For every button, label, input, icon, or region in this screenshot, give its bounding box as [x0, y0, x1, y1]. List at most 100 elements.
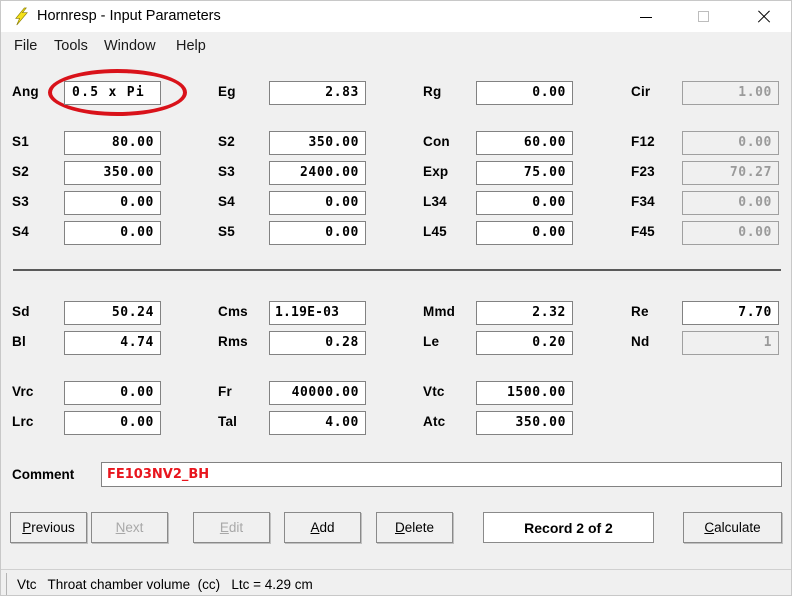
input-sd[interactable]: 50.24	[64, 301, 161, 325]
input-f34: 0.00	[682, 191, 779, 215]
menu-item-file[interactable]: File	[10, 36, 41, 56]
input-atc[interactable]: 350.00	[476, 411, 573, 435]
hornresp-input-parameters-window: Hornresp - Input Parameters File Tools Win…	[0, 0, 792, 596]
input-le[interactable]: 0.20	[476, 331, 573, 355]
next-button: Next	[91, 512, 168, 543]
label-f23: F23	[631, 164, 655, 179]
status-text: Vtc Throat chamber volume (cc) Ltc = 4.2…	[17, 577, 313, 592]
input-exp[interactable]: 75.00	[476, 161, 573, 185]
label-l45: L45	[423, 224, 447, 239]
close-icon	[756, 9, 771, 24]
previous-button[interactable]: Previous	[10, 512, 87, 543]
input-s2[interactable]: 350.00	[269, 131, 366, 155]
menu-item-help[interactable]: Help	[172, 36, 210, 56]
parameters-panel: Comment FE103NV2_BH Record 2 of 2 Ang 0.5…	[1, 60, 791, 569]
input-cir: 1.00	[682, 81, 779, 105]
label-s2: S2	[218, 134, 235, 149]
input-l45[interactable]: 0.00	[476, 221, 573, 245]
label-f45: F45	[631, 224, 655, 239]
label-le: Le	[423, 334, 440, 349]
input-lrc[interactable]: 0.00	[64, 411, 161, 435]
label-sd: Sd	[12, 304, 30, 319]
input-f45: 0.00	[682, 221, 779, 245]
status-bar: Vtc Throat chamber volume (cc) Ltc = 4.2…	[1, 569, 791, 595]
label-cir: Cir	[631, 84, 651, 99]
label-ang: Ang	[12, 84, 39, 99]
label-l34: L34	[423, 194, 447, 209]
add-button[interactable]: Add	[284, 512, 361, 543]
minimize-icon	[640, 17, 652, 18]
label-cms: Cms	[218, 304, 248, 319]
window-title: Hornresp - Input Parameters	[37, 8, 221, 24]
label-nd: Nd	[631, 334, 650, 349]
label-atc: Atc	[423, 414, 446, 429]
input-vtc[interactable]: 1500.00	[476, 381, 573, 405]
label-rms: Rms	[218, 334, 248, 349]
delete-button[interactable]: Delete	[376, 512, 453, 543]
menu-item-window[interactable]: Window	[100, 36, 160, 56]
label-s3: S3	[12, 194, 29, 209]
label-s4: S4	[12, 224, 29, 239]
maximize-button[interactable]	[680, 1, 726, 32]
input-vrc[interactable]: 0.00	[64, 381, 161, 405]
maximize-icon	[697, 11, 709, 22]
label-rg: Rg	[423, 84, 442, 99]
record-counter: Record 2 of 2	[483, 512, 654, 543]
input-bl[interactable]: 4.74	[64, 331, 161, 355]
input-s3[interactable]: 0.00	[64, 191, 161, 215]
comment-label: Comment	[12, 467, 75, 482]
input-re[interactable]: 7.70	[682, 301, 779, 325]
label-re: Re	[631, 304, 649, 319]
label-bl: Bl	[12, 334, 26, 349]
close-button[interactable]	[740, 1, 786, 32]
previous-button-label: Previous	[22, 520, 75, 535]
menu-bar: File Tools Window Help	[1, 32, 791, 60]
label-s1: S1	[12, 134, 29, 149]
input-l34[interactable]: 0.00	[476, 191, 573, 215]
input-s5[interactable]: 0.00	[269, 221, 366, 245]
label-exp: Exp	[423, 164, 449, 179]
next-button-label: Next	[115, 520, 144, 535]
label-con: Con	[423, 134, 450, 149]
input-f12: 0.00	[682, 131, 779, 155]
input-rg[interactable]: 0.00	[476, 81, 573, 105]
delete-button-label: Delete	[394, 520, 435, 535]
add-button-label: Add	[310, 520, 335, 535]
label-lrc: Lrc	[12, 414, 34, 429]
input-fr[interactable]: 40000.00	[269, 381, 366, 405]
input-eg[interactable]: 2.83	[269, 81, 366, 105]
input-s4[interactable]: 0.00	[269, 191, 366, 215]
label-vtc: Vtc	[423, 384, 445, 399]
comment-input[interactable]: FE103NV2_BH	[101, 462, 782, 487]
minimize-button[interactable]	[623, 1, 669, 32]
input-con[interactable]: 60.00	[476, 131, 573, 155]
section-divider	[13, 269, 781, 271]
status-panel: Vtc Throat chamber volume (cc) Ltc = 4.2…	[6, 573, 788, 595]
input-rms[interactable]: 0.28	[269, 331, 366, 355]
input-s4[interactable]: 0.00	[64, 221, 161, 245]
label-s3: S3	[218, 164, 235, 179]
input-mmd[interactable]: 2.32	[476, 301, 573, 325]
title-bar: Hornresp - Input Parameters	[1, 1, 791, 32]
menu-item-tools[interactable]: Tools	[50, 36, 92, 56]
edit-button: Edit	[193, 512, 270, 543]
calculate-button[interactable]: Calculate	[683, 512, 782, 543]
label-tal: Tal	[218, 414, 238, 429]
input-s2[interactable]: 350.00	[64, 161, 161, 185]
edit-button-label: Edit	[219, 520, 244, 535]
label-s2: S2	[12, 164, 29, 179]
input-s1[interactable]: 80.00	[64, 131, 161, 155]
input-f23: 70.27	[682, 161, 779, 185]
input-tal[interactable]: 4.00	[269, 411, 366, 435]
label-vrc: Vrc	[12, 384, 34, 399]
label-f12: F12	[631, 134, 655, 149]
label-s4: S4	[218, 194, 235, 209]
calculate-button-label: Calculate	[704, 520, 761, 535]
input-ang[interactable]: 0.5 x Pi	[64, 81, 161, 105]
input-s3[interactable]: 2400.00	[269, 161, 366, 185]
input-cms[interactable]: 1.19E-03	[269, 301, 366, 325]
label-fr: Fr	[218, 384, 232, 399]
label-mmd: Mmd	[423, 304, 456, 319]
label-f34: F34	[631, 194, 655, 209]
label-eg: Eg	[218, 84, 236, 99]
